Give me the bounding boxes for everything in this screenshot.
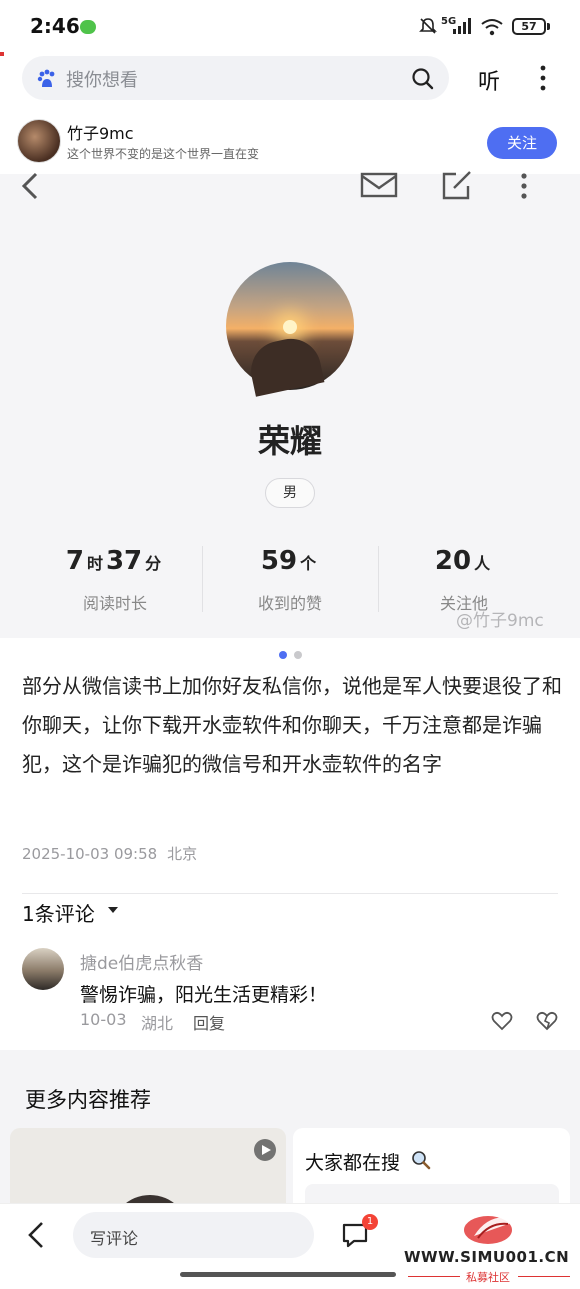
back-chevron-icon (21, 172, 38, 200)
signal-icon (453, 18, 471, 34)
divider (22, 893, 558, 894)
comment-input-placeholder[interactable]: 写评论 (90, 1225, 138, 1249)
commenter-avatar[interactable] (22, 948, 64, 990)
comment-date: 10-03 (80, 1010, 127, 1029)
author-avatar[interactable] (17, 119, 61, 163)
caret-down-icon[interactable] (108, 907, 118, 913)
edge-mark (0, 52, 4, 56)
author-name[interactable]: 竹子9mc (67, 120, 134, 144)
comments-sort-toggle[interactable]: 1条评论 (22, 898, 95, 927)
kebab-icon (521, 173, 527, 199)
site-subtitle-line (408, 1276, 460, 1277)
post-location: 北京 (167, 845, 198, 863)
sunset-sun (283, 320, 297, 334)
author-bio: 这个世界不变的是这个世界一直在变 (67, 147, 260, 161)
play-icon[interactable] (253, 1138, 277, 1162)
stat-reading-time-label: 阅读时长 (82, 594, 147, 613)
stat-likes-label: 收到的赞 (257, 594, 322, 613)
magnifier-icon (412, 1151, 431, 1170)
comment-count-badge: 1 (362, 1214, 378, 1230)
share-edit-icon (442, 171, 471, 200)
site-url: WWW.SIMU001.CN (404, 1248, 570, 1266)
wechat-notification-icon (80, 20, 96, 34)
mute-bell-icon (419, 18, 437, 34)
reply-button[interactable]: 回复 (193, 1010, 225, 1034)
wifi-icon (481, 19, 503, 36)
more-menu-icon[interactable] (536, 64, 550, 92)
mail-icon (360, 172, 398, 198)
heart-like-icon[interactable] (491, 1011, 513, 1031)
image-watermark: @竹子9mc (456, 611, 544, 631)
site-logo-icon (464, 1212, 516, 1244)
battery-tip (547, 23, 550, 30)
stat-reading-time: 7 时 37 分 (65, 546, 162, 576)
search-icon[interactable] (411, 67, 435, 91)
search-input[interactable]: 搜你想看 (66, 66, 138, 92)
comment-location: 湖北 (141, 1014, 174, 1033)
commenter-name[interactable]: 搪de伯虎点秋香 (80, 949, 203, 974)
post-meta: 2025-10-03 09:58 北京 (22, 843, 197, 864)
broken-heart-icon[interactable] (536, 1011, 558, 1031)
stat-following: 20 人 (434, 546, 491, 576)
baidu-paw-icon (37, 69, 55, 87)
recommendations-title: 更多内容推荐 (25, 1088, 151, 1112)
battery-indicator: 57 (512, 18, 546, 35)
comment-text: 警惕诈骗，阳光生活更精彩！ (80, 984, 328, 1006)
post-datetime: 2025-10-03 09:58 (22, 845, 158, 863)
post-text: 部分从微信读书上加你好友私信你，说他是军人快要退役了和你聊天，让你下载开水壶软件… (22, 674, 562, 776)
profile-name: 荣耀 (257, 422, 322, 460)
home-indicator[interactable] (180, 1272, 396, 1277)
carousel-dot[interactable] (294, 651, 302, 659)
follow-button[interactable]: 关注 (487, 127, 557, 159)
back-button[interactable] (26, 1220, 46, 1250)
gender-badge: 男 (265, 478, 315, 508)
site-subtitle-line (518, 1276, 570, 1277)
carousel-dot-active[interactable] (279, 651, 287, 659)
listen-button[interactable]: 听 (478, 64, 500, 96)
stat-likes: 59 个 (260, 546, 317, 576)
status-time: 2:46 (30, 14, 80, 38)
site-subtitle: 私募社区 (466, 1271, 510, 1284)
trending-search-title: 大家都在搜 (305, 1152, 401, 1174)
